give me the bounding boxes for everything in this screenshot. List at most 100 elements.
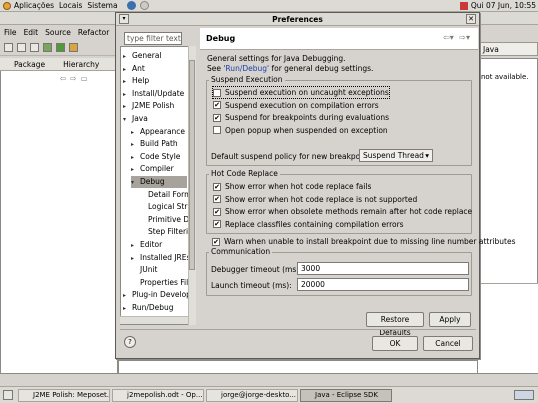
chevron-down-icon[interactable]: ▾ — [131, 177, 140, 189]
tab-package[interactable]: Package — [14, 60, 45, 69]
chevron-right-icon[interactable]: ▸ — [131, 253, 140, 265]
chevron-down-icon[interactable]: ▾ — [123, 114, 132, 126]
option-checkbox[interactable]: Suspend execution on uncaught exceptions — [212, 86, 390, 99]
tree-item[interactable]: Step Filtering — [139, 226, 195, 238]
chevron-right-icon[interactable]: ▸ — [123, 101, 132, 113]
ok-button[interactable]: OK — [372, 336, 418, 351]
suspend-policy-select[interactable]: Suspend Thread ▾ — [359, 149, 433, 162]
save-icon[interactable] — [17, 43, 26, 52]
checkbox-box[interactable]: ✔ — [213, 182, 221, 191]
chevron-right-icon[interactable]: ▸ — [123, 64, 132, 76]
print-icon[interactable] — [30, 43, 39, 52]
chevron-right-icon[interactable]: ▸ — [123, 89, 132, 101]
chevron-right-icon[interactable]: ▸ — [131, 139, 140, 151]
checkbox-box[interactable]: ✔ — [213, 113, 221, 122]
new-class-icon[interactable] — [69, 43, 78, 52]
menu-refactor[interactable]: Refactor — [78, 28, 109, 37]
help-icon[interactable]: ? — [124, 336, 136, 348]
collapse-icon[interactable]: ▭ — [81, 74, 88, 83]
option-checkbox[interactable]: ✔ Show error when hot code replace is not… — [213, 194, 417, 205]
cancel-button[interactable]: Cancel — [423, 336, 473, 351]
tree-item[interactable]: ▸ Code Style — [131, 151, 195, 163]
run-icon[interactable] — [56, 43, 65, 52]
tree-item[interactable]: ▸ Install/Update — [123, 88, 195, 100]
tree-item[interactable]: ▸ General — [123, 50, 195, 62]
tree-item[interactable]: Detail Formatters — [139, 189, 195, 201]
taskbar-button[interactable]: Java - Eclipse SDK — [300, 389, 392, 402]
tab-hierarchy[interactable]: Hierarchy — [63, 60, 99, 69]
java-perspective-button[interactable]: Java — [478, 42, 538, 56]
option-checkbox[interactable]: ✔ Show error when obsolete methods remain… — [213, 206, 472, 217]
restore-defaults-button[interactable]: Restore Defaults — [366, 312, 424, 337]
menu-applications[interactable]: Aplicações — [14, 1, 54, 10]
tree-item[interactable]: ▸ Installed JREs — [131, 252, 195, 264]
checkbox-box[interactable]: ✔ — [213, 207, 221, 216]
new-icon[interactable] — [4, 43, 13, 52]
chevron-down-icon: ▾ — [425, 151, 429, 160]
tree-item[interactable]: ▸ Help — [123, 75, 195, 87]
checkbox-box[interactable]: ✔ — [213, 195, 221, 203]
show-desktop-icon[interactable] — [3, 390, 13, 400]
tree-item[interactable]: ▸ Editor — [131, 239, 195, 251]
option-checkbox[interactable]: ✔ Suspend for breakpoints during evaluati… — [213, 112, 389, 123]
option-checkbox[interactable]: ✔ Suspend execution on compilation errors — [213, 100, 379, 111]
chevron-right-icon[interactable]: ▸ — [123, 51, 132, 63]
forward-icon[interactable]: ⇨ — [70, 74, 76, 83]
tree-scrollbar-thumb[interactable] — [189, 60, 195, 270]
close-icon[interactable]: ✕ — [466, 14, 476, 24]
tree-item[interactable]: ▾ Debug — [131, 176, 187, 188]
mail-icon[interactable] — [139, 1, 149, 10]
debug-icon[interactable] — [43, 43, 52, 52]
tree-item[interactable]: ▸ Build Path — [131, 138, 195, 150]
forward-icon[interactable]: ⇨▾ — [459, 33, 470, 42]
launch-timeout-input[interactable]: 20000 — [297, 278, 469, 291]
window-menu-icon[interactable]: ▾ — [119, 14, 129, 24]
menu-places[interactable]: Locais — [59, 1, 82, 10]
tree-item[interactable]: ▸ Run/Debug — [123, 302, 195, 314]
back-icon[interactable]: ⇦▾ — [443, 33, 454, 42]
taskbar-button[interactable]: jorge@jorge-deskto... — [206, 389, 298, 402]
tree-item[interactable]: Properties Files — [131, 277, 195, 289]
web-browser-icon[interactable] — [126, 1, 136, 10]
tree-item[interactable]: Primitive Display — [139, 214, 195, 226]
option-checkbox[interactable]: Open popup when suspended on exception — [213, 125, 388, 136]
apply-button[interactable]: Apply — [429, 312, 471, 327]
tree-item[interactable]: ▸ Compiler — [131, 163, 195, 175]
option-checkbox[interactable]: ✔ Replace classfiles containing compilati… — [213, 219, 404, 230]
taskbar-button[interactable]: J2ME Polish: Meposet... — [18, 389, 110, 402]
chevron-right-icon[interactable]: ▸ — [131, 164, 140, 176]
debugger-timeout-input[interactable]: 3000 — [297, 262, 469, 275]
package-view-tabs: Package Hierarchy — [0, 58, 118, 71]
taskbar-button[interactable]: j2mepolish.odt - Op... — [112, 389, 204, 402]
checkbox-box[interactable]: ✔ — [213, 101, 221, 109]
tree-item[interactable]: ▸ J2ME Polish — [123, 100, 195, 112]
menu-system[interactable]: Sistema — [87, 1, 117, 10]
tree-item[interactable]: Logical Structures — [139, 201, 195, 213]
tree-item[interactable]: JUnit — [131, 264, 195, 276]
checkbox-box[interactable] — [213, 88, 221, 97]
option-checkbox[interactable]: ✔ Show error when hot code replace fails — [213, 181, 371, 192]
chevron-right-icon[interactable]: ▸ — [131, 152, 140, 164]
tree-item[interactable]: ▸ Appearance — [131, 126, 195, 138]
checkbox-box[interactable]: ✔ — [213, 220, 221, 228]
tree-item[interactable]: ▸Plug-in Development — [123, 289, 195, 301]
tree-item[interactable]: ▸ Ant — [123, 63, 195, 75]
chevron-right-icon[interactable]: ▸ — [123, 76, 132, 88]
chevron-right-icon[interactable]: ▸ — [123, 290, 132, 302]
workspace-switcher[interactable] — [514, 390, 534, 400]
chevron-right-icon[interactable]: ▸ — [131, 240, 140, 252]
menu-file[interactable]: File — [4, 28, 17, 37]
checkbox-box[interactable] — [213, 126, 221, 134]
warn-missing-line-numbers-checkbox[interactable]: ✔ Warn when unable to install breakpoint… — [212, 236, 516, 247]
menu-source[interactable]: Source — [45, 28, 71, 37]
filter-input[interactable]: type filter text — [124, 32, 182, 45]
clock[interactable]: Qui 07 Jun, 10:55 — [471, 1, 536, 10]
tree-horizontal-scrollbar[interactable] — [120, 316, 188, 324]
back-icon[interactable]: ⇦ — [60, 74, 66, 83]
tree-item[interactable]: ▾ Java — [123, 113, 195, 125]
menu-edit[interactable]: Edit — [24, 28, 39, 37]
chevron-right-icon[interactable]: ▸ — [123, 303, 132, 315]
checkbox-box[interactable]: ✔ — [212, 237, 220, 246]
run-debug-link[interactable]: 'Run/Debug' — [223, 64, 269, 73]
chevron-right-icon[interactable]: ▸ — [131, 127, 140, 139]
